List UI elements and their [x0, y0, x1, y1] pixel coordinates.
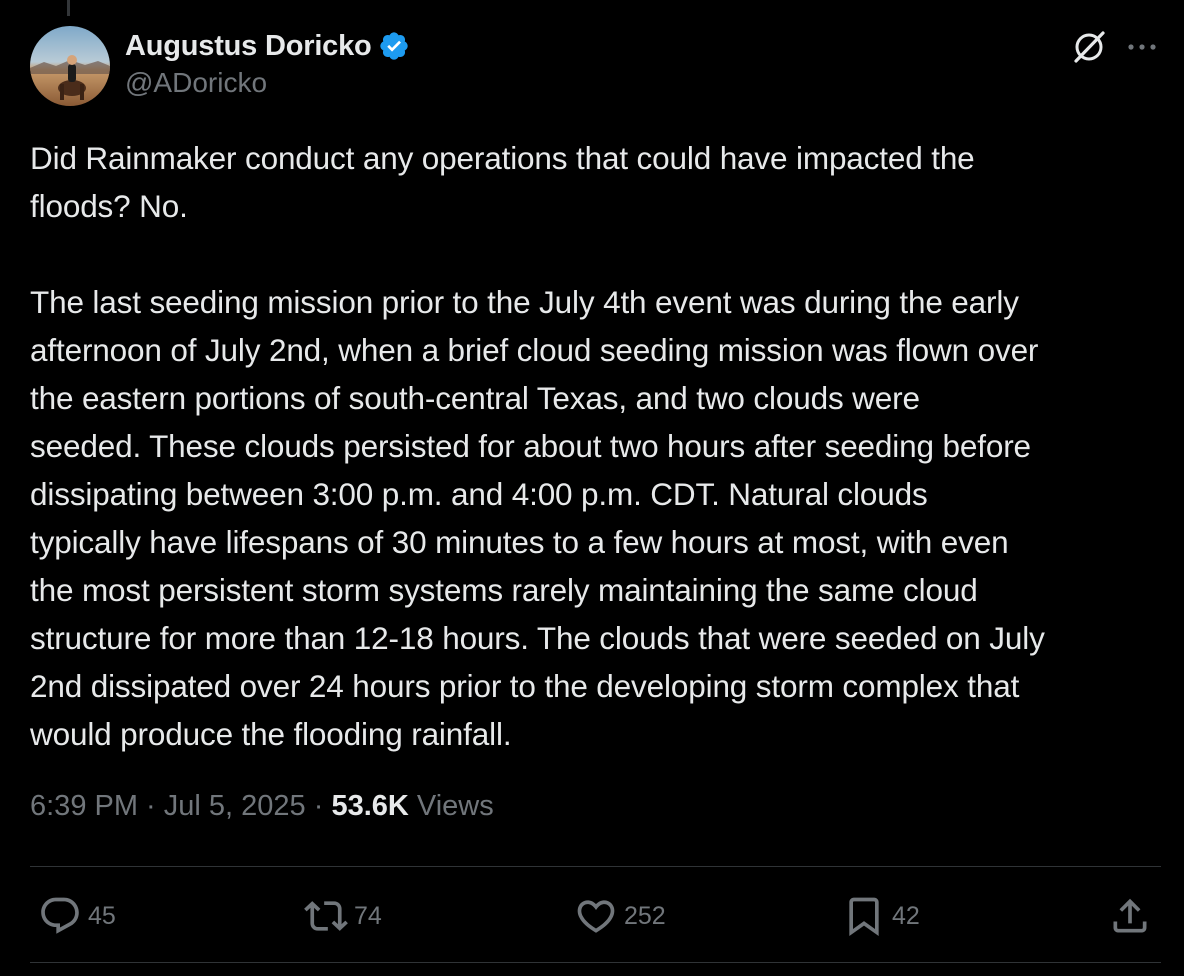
heart-icon: [577, 900, 615, 933]
tweet-text: Did Rainmaker conduct any operations tha…: [30, 140, 1045, 752]
meta-separator: ·: [305, 790, 332, 822]
bookmark-button[interactable]: 42: [842, 886, 920, 946]
share-upload-icon: [1113, 898, 1147, 933]
like-count: 252: [624, 901, 666, 930]
bookmark-icon: [849, 897, 879, 937]
reply-bubble-icon: [41, 897, 79, 934]
bookmark-count: 42: [892, 901, 920, 930]
reply-count: 45: [88, 901, 116, 930]
divider: [30, 866, 1161, 867]
repost-button[interactable]: 74: [304, 886, 382, 946]
avatar-image: [30, 26, 110, 106]
repost-arrows-icon: [304, 901, 348, 931]
divider: [30, 962, 1161, 963]
avatar[interactable]: [30, 26, 110, 106]
verified-badge-icon[interactable]: [378, 30, 410, 62]
views-count[interactable]: 53.6K: [331, 790, 408, 823]
tweet-date[interactable]: Jul 5, 2025: [164, 790, 306, 823]
share-button[interactable]: [1108, 886, 1152, 946]
author-handle[interactable]: @ADoricko: [125, 67, 267, 99]
author-display-name[interactable]: Augustus Doricko: [125, 30, 372, 63]
tweet-metadata: 6:39 PM · Jul 5, 2025 · 53.6K Views: [30, 790, 494, 823]
tweet-time[interactable]: 6:39 PM: [30, 790, 138, 823]
grok-icon[interactable]: [1070, 28, 1108, 66]
like-button[interactable]: 252: [574, 886, 666, 946]
meta-separator: ·: [138, 790, 164, 822]
author-name-row: Augustus Doricko: [125, 26, 410, 66]
reply-button[interactable]: 45: [38, 886, 116, 946]
views-label[interactable]: Views: [409, 790, 494, 823]
repost-count: 74: [354, 901, 382, 930]
thread-connector-line: [67, 0, 70, 16]
action-bar: 45 74 252 42: [30, 886, 1161, 946]
more-dots-icon[interactable]: [1125, 33, 1159, 61]
